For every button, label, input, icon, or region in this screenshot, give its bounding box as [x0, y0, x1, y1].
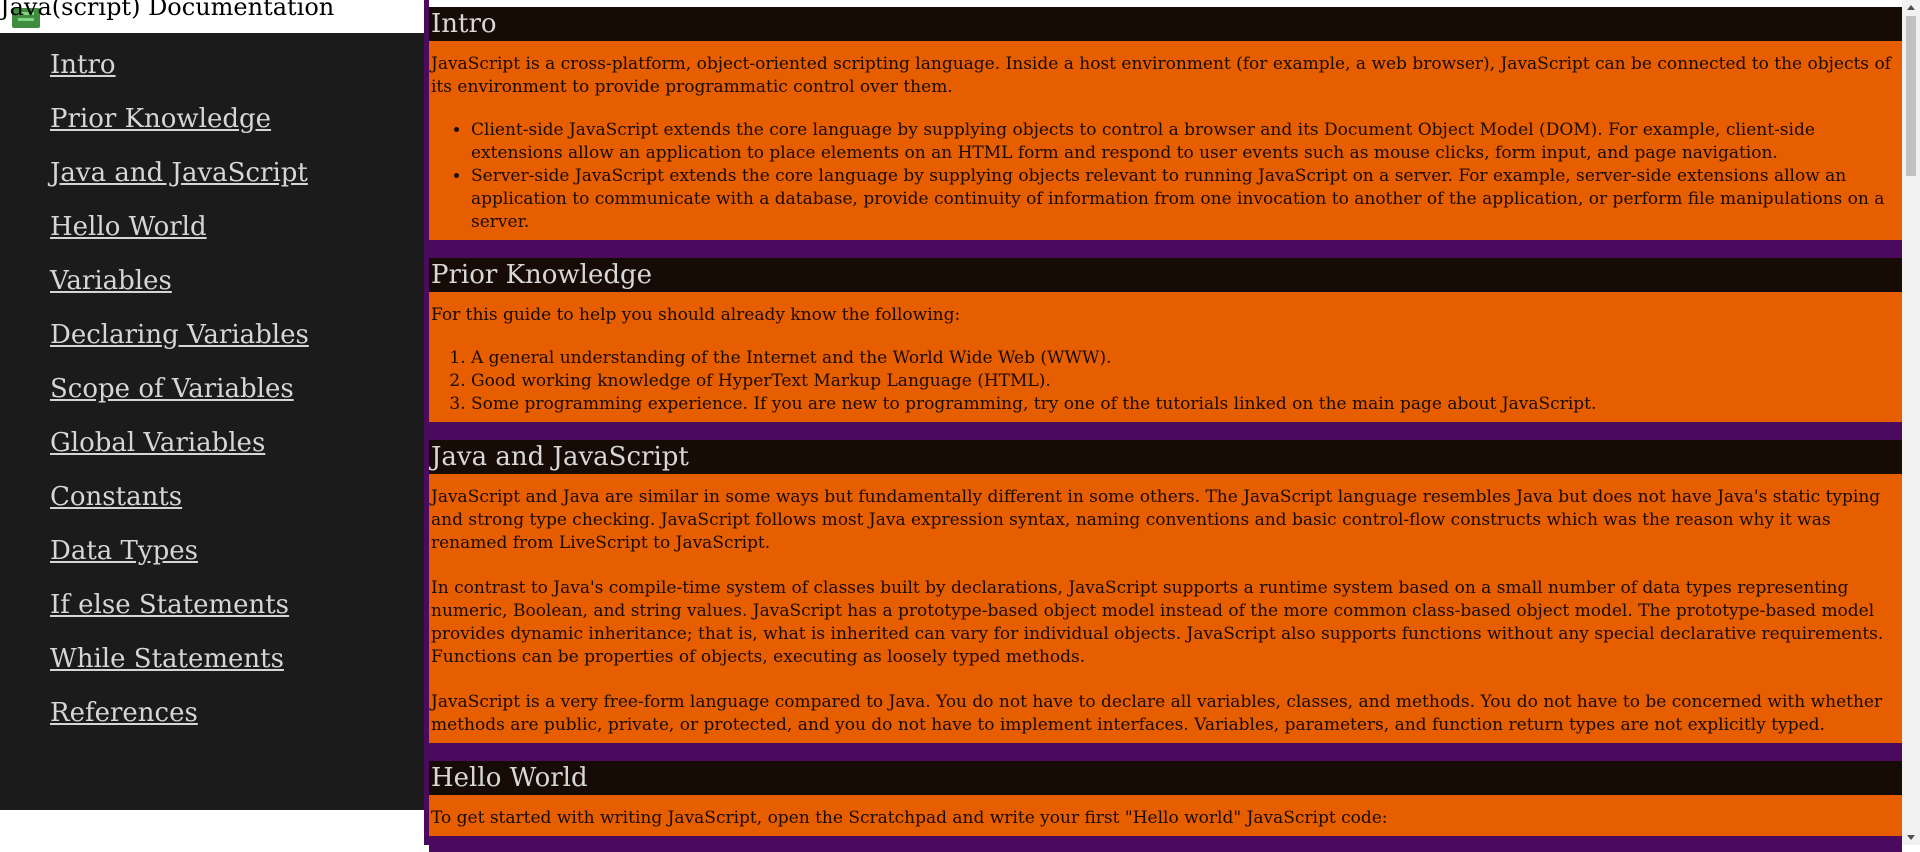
list-item: A general understanding of the Internet … — [471, 347, 1896, 370]
section-intro: Intro JavaScript is a cross-platform, ob… — [429, 7, 1902, 240]
section-title: Java and JavaScript — [429, 440, 1902, 474]
section-title: Hello World — [429, 761, 1902, 795]
scrollbar-thumb[interactable] — [1906, 16, 1916, 176]
nav-link-data-types[interactable]: Data Types — [50, 536, 198, 566]
nav-item: Data Types — [50, 536, 424, 590]
scroll-up-icon[interactable] — [1907, 5, 1915, 10]
list-item: Client-side JavaScript extends the core … — [471, 119, 1896, 165]
nav-item: Scope of Variables — [50, 374, 424, 428]
nav-link-intro[interactable]: Intro — [50, 50, 116, 80]
section-content: JavaScript is a cross-platform, object-o… — [429, 41, 1902, 240]
nav-link-constants[interactable]: Constants — [50, 482, 182, 512]
nav-link-declaring-variables[interactable]: Declaring Variables — [50, 320, 309, 350]
section-title: Intro — [429, 7, 1902, 41]
nav-item: Intro — [50, 50, 424, 104]
paragraph: To get started with writing JavaScript, … — [431, 808, 1388, 828]
paragraph: JavaScript is a cross-platform, object-o… — [431, 54, 1891, 97]
scroll-down-icon[interactable] — [1907, 835, 1915, 840]
nav-link-variables[interactable]: Variables — [50, 266, 172, 296]
section-hello-world: Hello World To get started with writing … — [429, 761, 1902, 836]
nav-link-references[interactable]: References — [50, 698, 198, 728]
nav-link-scope-of-variables[interactable]: Scope of Variables — [50, 374, 294, 404]
navbar-title: Java(script) Documentation — [0, 0, 335, 21]
paragraph: JavaScript is a very free-form language … — [431, 692, 1883, 735]
numbered-list: A general understanding of the Internet … — [431, 347, 1896, 416]
nav-item: Prior Knowledge — [50, 104, 424, 158]
nav-item: Variables — [50, 266, 424, 320]
nav-item: Constants — [50, 482, 424, 536]
navbar: Java(script) Documentation Intro Prior K… — [0, 0, 424, 810]
nav-link-hello-world[interactable]: Hello World — [50, 212, 207, 242]
nav-link-global-variables[interactable]: Global Variables — [50, 428, 265, 458]
list-item: Server-side JavaScript extends the core … — [471, 165, 1896, 234]
nav-item: If else Statements — [50, 590, 424, 644]
nav-link-while-statements[interactable]: While Statements — [50, 644, 284, 674]
nav-link-prior-knowledge[interactable]: Prior Knowledge — [50, 104, 271, 134]
paragraph: JavaScript and Java are similar in some … — [431, 487, 1881, 553]
nav-link-list: Intro Prior Knowledge Java and JavaScrip… — [0, 33, 424, 752]
nav-item: Global Variables — [50, 428, 424, 482]
section-content: JavaScript and Java are similar in some … — [429, 474, 1902, 743]
nav-link-if-else-statements[interactable]: If else Statements — [50, 590, 289, 620]
paragraph: For this guide to help you should alread… — [431, 305, 961, 325]
main-doc: Intro JavaScript is a cross-platform, ob… — [429, 7, 1902, 852]
bullet-list: Client-side JavaScript extends the core … — [431, 119, 1896, 234]
nav-item: Declaring Variables — [50, 320, 424, 374]
list-item: Some programming experience. If you are … — [471, 393, 1896, 416]
section-java-and-javascript: Java and JavaScript JavaScript and Java … — [429, 440, 1902, 743]
nav-item: Hello World — [50, 212, 424, 266]
navbar-header: Java(script) Documentation — [0, 0, 424, 33]
nav-item: References — [50, 698, 424, 752]
section-content: To get started with writing JavaScript, … — [429, 795, 1902, 836]
section-content: For this guide to help you should alread… — [429, 292, 1902, 422]
section-prior-knowledge: Prior Knowledge For this guide to help y… — [429, 258, 1902, 422]
nav-item: While Statements — [50, 644, 424, 698]
section-title: Prior Knowledge — [429, 258, 1902, 292]
nav-item: Java and JavaScript — [50, 158, 424, 212]
scrollbar[interactable] — [1902, 0, 1920, 845]
list-item: Good working knowledge of HyperText Mark… — [471, 370, 1896, 393]
paragraph: In contrast to Java's compile-time syste… — [431, 578, 1884, 667]
nav-link-java-and-javascript[interactable]: Java and JavaScript — [50, 158, 308, 188]
